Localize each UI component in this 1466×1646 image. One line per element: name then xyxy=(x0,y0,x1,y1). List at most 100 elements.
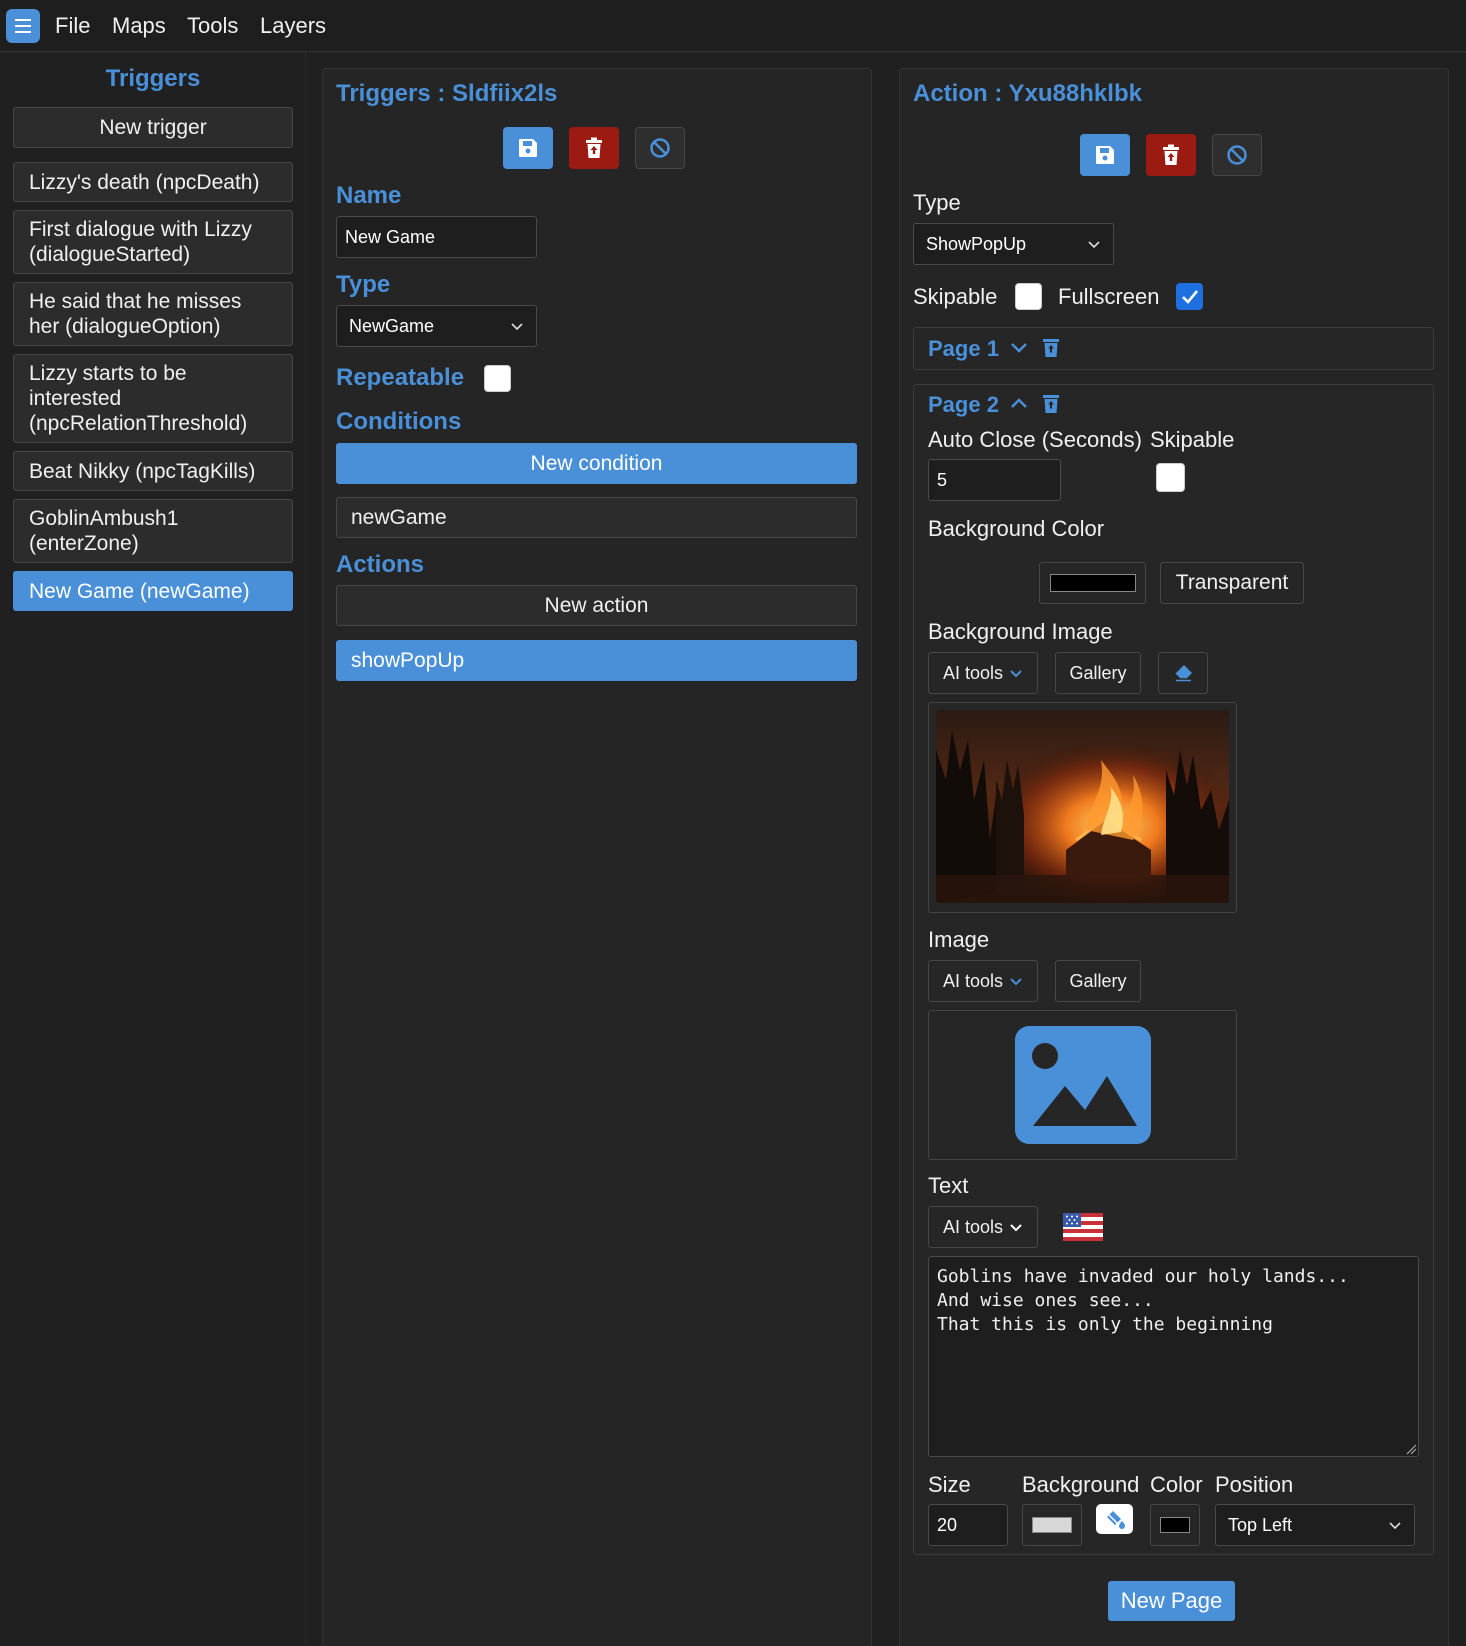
chevron-down-icon xyxy=(511,323,523,331)
checkmark-icon xyxy=(1181,289,1198,304)
page-skipable-label: Skipable xyxy=(1150,427,1235,452)
menu-file[interactable]: File xyxy=(55,13,90,39)
trash-icon xyxy=(586,137,602,158)
text-color-picker[interactable] xyxy=(1150,1504,1200,1546)
paint-bucket-icon xyxy=(1106,1511,1125,1529)
text-background-swatch xyxy=(1032,1517,1072,1533)
ban-icon xyxy=(1227,145,1247,165)
ai-tools-label: AI tools xyxy=(942,662,1004,683)
resize-handle-icon[interactable] xyxy=(1405,1443,1417,1455)
text-position-select[interactable]: Top Left xyxy=(1215,1504,1415,1546)
bg-clear-button[interactable] xyxy=(1158,652,1208,694)
transparent-button[interactable]: Transparent xyxy=(1160,562,1304,604)
save-icon xyxy=(1096,146,1114,164)
ban-icon xyxy=(650,138,670,158)
new-action-button[interactable]: New action xyxy=(336,585,857,626)
save-icon xyxy=(519,139,537,157)
trigger-item[interactable]: First dialogue with Lizzy (dialogueStart… xyxy=(13,210,293,274)
trigger-item-label: (npcRelationThreshold) xyxy=(29,412,248,435)
cancel-button[interactable] xyxy=(635,127,685,169)
trash-icon xyxy=(1163,144,1179,165)
trigger-item-label: Lizzy's death (npcDeath) xyxy=(29,170,260,194)
text-ai-tools-dropdown[interactable]: AI tools xyxy=(928,1206,1038,1248)
hamburger-menu-icon[interactable] xyxy=(6,9,40,43)
trigger-item-label: Beat Nikky (npcTagKills) xyxy=(29,459,256,483)
popup-text-area[interactable]: Goblins have invaded our holy lands... A… xyxy=(928,1256,1419,1457)
image-label: Image xyxy=(928,927,990,952)
skipable-label: Skipable xyxy=(913,284,998,309)
repeatable-checkbox[interactable] xyxy=(484,365,511,392)
repeatable-label: Repeatable xyxy=(336,364,465,391)
name-input[interactable]: New Game xyxy=(336,216,537,258)
action-editor-title: Action : Yxu88hklbk xyxy=(913,80,1142,107)
new-trigger-button[interactable]: New trigger xyxy=(13,107,293,148)
position-label: Position xyxy=(1215,1472,1294,1497)
page-2-label[interactable]: Page 2 xyxy=(928,392,999,418)
bg-gallery-button[interactable]: Gallery xyxy=(1055,652,1141,694)
image-placeholder-icon xyxy=(1015,1026,1151,1144)
text-color-swatch xyxy=(1160,1517,1190,1533)
trigger-item[interactable]: Beat Nikky (npcTagKills) xyxy=(13,451,293,491)
text-size-input[interactable]: 20 xyxy=(928,1504,1008,1546)
size-label: Size xyxy=(928,1472,971,1497)
image-gallery-button[interactable]: Gallery xyxy=(1055,960,1141,1002)
trigger-item[interactable]: He said that he misses her (dialogueOpti… xyxy=(13,282,293,346)
chevron-down-icon xyxy=(1389,1522,1401,1530)
action-type-select[interactable]: ShowPopUp xyxy=(913,223,1114,265)
conditions-label: Conditions xyxy=(336,408,462,435)
auto-close-input[interactable]: 5 xyxy=(928,459,1061,501)
chevron-down-icon xyxy=(1010,978,1022,986)
page-1-label[interactable]: Page 1 xyxy=(928,336,999,362)
trash-icon[interactable] xyxy=(1042,337,1060,358)
fill-bucket-button[interactable] xyxy=(1096,1504,1133,1534)
text-label: Text xyxy=(928,1173,969,1198)
image-ai-tools-dropdown[interactable]: AI tools xyxy=(928,960,1038,1002)
trigger-item[interactable]: GoblinAmbush1 (enterZone) xyxy=(13,499,293,563)
eraser-icon xyxy=(1174,665,1192,682)
image-frame[interactable] xyxy=(928,1010,1237,1160)
bg-color-swatch xyxy=(1049,574,1136,592)
action-delete-button[interactable] xyxy=(1146,134,1196,176)
chevron-down-icon[interactable] xyxy=(1010,340,1028,354)
action-cancel-button[interactable] xyxy=(1212,134,1262,176)
action-type-label: Type xyxy=(913,190,961,215)
skipable-checkbox[interactable] xyxy=(1015,283,1042,310)
us-flag-icon[interactable] xyxy=(1063,1213,1103,1241)
new-page-button[interactable]: New Page xyxy=(1108,1581,1235,1621)
delete-button[interactable] xyxy=(569,127,619,169)
text-background-picker[interactable] xyxy=(1022,1504,1082,1546)
bg-image-frame[interactable] xyxy=(928,702,1237,913)
bg-image-label: Background Image xyxy=(928,619,1113,644)
bg-color-picker[interactable] xyxy=(1039,562,1146,604)
trigger-item-label: Lizzy starts to be xyxy=(29,362,187,385)
color-label: Color xyxy=(1150,1472,1203,1497)
chevron-down-icon xyxy=(1010,670,1022,678)
menu-tools[interactable]: Tools xyxy=(187,13,238,39)
condition-item[interactable]: newGame xyxy=(336,497,857,538)
trigger-item[interactable]: Lizzy starts to be interested (npcRelati… xyxy=(13,354,293,443)
fullscreen-checkbox[interactable] xyxy=(1176,283,1203,310)
trigger-item-selected[interactable]: New Game (newGame) xyxy=(13,571,293,611)
menu-layers[interactable]: Layers xyxy=(260,13,326,39)
background-label: Background xyxy=(1022,1472,1140,1497)
page-skipable-checkbox[interactable] xyxy=(1156,463,1185,492)
name-label: Name xyxy=(336,182,402,209)
action-save-button[interactable] xyxy=(1080,134,1130,176)
new-condition-button[interactable]: New condition xyxy=(336,443,857,484)
bg-color-label: Background Color xyxy=(928,516,1105,541)
menu-bar: File Maps Tools Layers xyxy=(0,0,1466,52)
chevron-up-icon[interactable] xyxy=(1010,396,1028,410)
trash-icon[interactable] xyxy=(1042,393,1060,414)
text-position-value: Top Left xyxy=(1228,1514,1293,1535)
sidebar-title: Triggers xyxy=(105,65,201,92)
type-select[interactable]: NewGame xyxy=(336,305,537,347)
save-button[interactable] xyxy=(503,127,553,169)
trigger-item-label: He said that he misses xyxy=(29,290,242,313)
bg-ai-tools-dropdown[interactable]: AI tools xyxy=(928,652,1038,694)
chevron-down-icon xyxy=(1010,1224,1022,1232)
menu-maps[interactable]: Maps xyxy=(112,13,166,39)
ai-tools-label: AI tools xyxy=(942,1216,1004,1237)
action-item-selected[interactable]: showPopUp xyxy=(336,640,857,681)
ai-tools-label: AI tools xyxy=(942,970,1004,991)
trigger-item[interactable]: Lizzy's death (npcDeath) xyxy=(13,162,293,202)
